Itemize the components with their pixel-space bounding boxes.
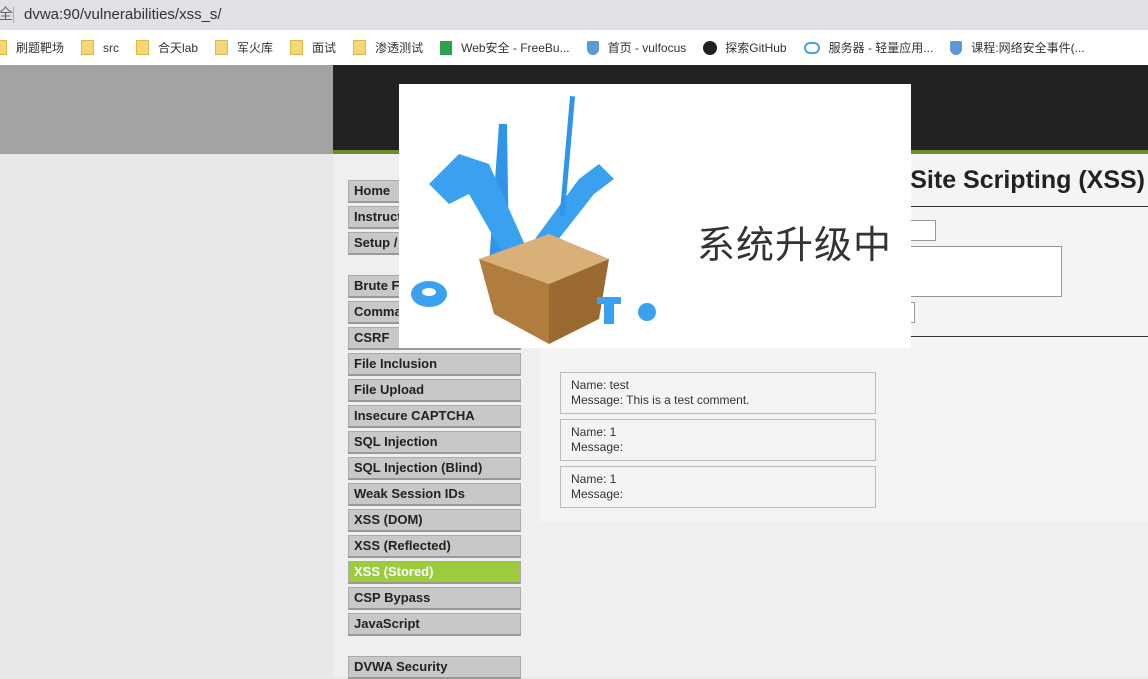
- bookmark-item[interactable]: 合天lab: [136, 39, 198, 56]
- comment-message: Message:: [571, 487, 624, 501]
- freebuf-icon: [440, 40, 453, 55]
- popup-text: 系统升级中: [697, 225, 893, 267]
- sidebar-item-dvwa-security[interactable]: DVWA Security: [348, 656, 521, 679]
- security-indicator[interactable]: 全: [0, 0, 13, 30]
- bookmark-label: src: [103, 40, 120, 55]
- bookmark-item[interactable]: 探索GitHub: [703, 39, 787, 56]
- bookmark-item[interactable]: 面试: [290, 39, 336, 56]
- sidebar-item-insecure-captcha[interactable]: Insecure CAPTCHA: [348, 405, 521, 428]
- comment-name: Name: 1: [571, 425, 617, 439]
- sidebar-item-sql-injection[interactable]: SQL Injection: [348, 431, 521, 454]
- bookmark-label: 首页 - vulfocus: [607, 41, 687, 55]
- bookmark-label: 探索GitHub: [725, 41, 787, 55]
- bookmark-item[interactable]: src: [81, 40, 119, 55]
- bookmark-label: 渗透测试: [375, 41, 424, 55]
- sidebar-item-weak-session-ids[interactable]: Weak Session IDs: [348, 483, 521, 506]
- shield-icon: [586, 40, 599, 55]
- bookmark-label: 军火库: [237, 41, 274, 55]
- sidebar-item-csp-bypass[interactable]: CSP Bypass: [348, 587, 521, 610]
- tools-box-icon: [411, 96, 656, 344]
- guestbook-comment: Name: 1 Message:: [560, 419, 876, 461]
- bookmark-label: 面试: [312, 41, 337, 55]
- bookmark-item[interactable]: Web安全 - FreeBu...: [440, 39, 570, 56]
- bookmark-item[interactable]: 渗透测试: [353, 39, 423, 56]
- bookmark-item[interactable]: 服务器 - 轻量应用...: [803, 39, 934, 56]
- comment-message: Message: This is a test comment.: [571, 393, 750, 407]
- sidebar-item-javascript[interactable]: JavaScript: [348, 613, 521, 636]
- bookmarks-bar: 刷题靶场 src 合天lab 军火库 面试 渗透测试 Web安全 - FreeBu... 首页…: [0, 30, 1148, 65]
- divider: [13, 7, 14, 23]
- url-text[interactable]: dvwa:90/vulnerabilities/xss_s/: [24, 0, 222, 30]
- guestbook-comment: Name: test Message: This is a test commen…: [560, 372, 876, 414]
- bookmark-item[interactable]: 军火库: [215, 39, 273, 56]
- address-bar[interactable]: 全 dvwa:90/vulnerabilities/xss_s/: [0, 0, 1148, 30]
- sidebar-item-xss-reflected[interactable]: XSS (Reflected): [348, 535, 521, 558]
- sidebar-item-xss-stored[interactable]: XSS (Stored): [348, 561, 521, 584]
- bookmark-label: 课程:网络安全事件(...: [971, 41, 1085, 55]
- bookmark-label: Web安全 - FreeBu...: [461, 41, 570, 55]
- bookmark-item[interactable]: 课程:网络安全事件(...: [950, 39, 1085, 56]
- comment-name: Name: test: [571, 378, 630, 392]
- left-background: [0, 65, 333, 154]
- folder-icon: [290, 40, 304, 55]
- folder-icon: [81, 40, 95, 55]
- guestbook-comment: Name: 1 Message:: [560, 466, 876, 508]
- injected-image-overlay: 系统升级中: [399, 84, 911, 348]
- sidebar-item-file-upload[interactable]: File Upload: [348, 379, 521, 402]
- folder-icon: [353, 40, 367, 55]
- bookmark-label: 合天lab: [158, 41, 199, 55]
- sidebar-item-file-inclusion[interactable]: File Inclusion: [348, 353, 521, 376]
- sidebar-item-xss-dom[interactable]: XSS (DOM): [348, 509, 521, 532]
- folder-icon: [0, 40, 7, 55]
- bookmark-label: 刷题靶场: [16, 41, 65, 55]
- cloud-icon: [803, 41, 820, 54]
- bookmark-item[interactable]: 首页 - vulfocus: [586, 39, 687, 56]
- folder-icon: [215, 40, 229, 55]
- bookmark-label: 服务器 - 轻量应用...: [828, 41, 934, 55]
- shield-icon: [950, 40, 963, 55]
- github-icon: [703, 40, 718, 55]
- comment-message: Message:: [571, 440, 624, 454]
- sidebar-item-sql-injection-blind[interactable]: SQL Injection (Blind): [348, 457, 521, 480]
- folder-icon: [136, 40, 150, 55]
- comment-name: Name: 1: [571, 472, 617, 486]
- bookmark-item[interactable]: 刷题靶场: [0, 39, 64, 56]
